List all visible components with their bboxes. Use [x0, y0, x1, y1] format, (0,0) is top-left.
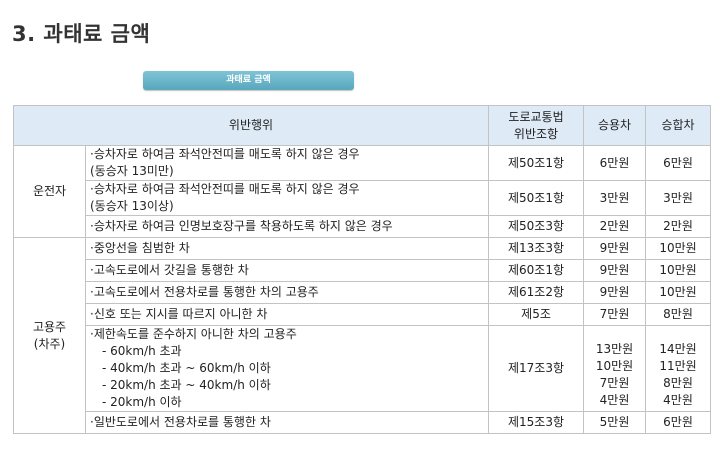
table-row: 고용주 (차주) ·중앙선을 침범한 차 제13조3항 9만원 10만원 [13, 237, 712, 434]
violation-subline: - 40km/h 초과 ~ 60km/h 이하 [102, 361, 271, 375]
van-fine-cell: 10만원 [645, 281, 712, 304]
car-fine-cell: 13만원 10만원 7만원 4만원 [583, 325, 647, 412]
header-car: 승용차 [583, 105, 647, 146]
table-row: ·승차자로 하여금 인명보호장구를 착용하도록 하지 않은 경우 제50조3항 … [14, 215, 712, 238]
law-cell: 제15조3항 [488, 411, 585, 434]
fine-table: 위반행위 도로교통법 위반조항 승용차 승합차 운전자 ·승차자로 하여금 좌석… [12, 105, 712, 434]
car-fine-cell: 3만원 [583, 180, 647, 216]
violation-cell: ·고속도로에서 전용차로를 통행한 차의 고용주 [84, 281, 490, 304]
violation-cell: ·일반도로에서 전용차로를 통행한 차 [84, 411, 490, 434]
group-label-driver: 운전자 [13, 145, 86, 238]
table-row: ·제한속도를 준수하지 아니한 차의 고용주 - 60km/h 초과 - 40k… [14, 325, 712, 412]
table-body: 운전자 ·승차자로 하여금 좌석안전띠를 매도록 하지 않은 경우 (동승자 1… [13, 145, 712, 434]
van-fine-cell: 3만원 [645, 180, 712, 216]
law-cell: 제50조3항 [488, 215, 585, 238]
header-violation: 위반행위 [12, 105, 490, 146]
fine-value: 4만원 [663, 393, 693, 407]
violation-subline: - 20km/h 초과 ~ 40km/h 이하 [102, 378, 271, 392]
law-cell: 제13조3항 [488, 237, 585, 260]
van-fine-cell: 10만원 [645, 237, 712, 260]
violation-cell: ·제한속도를 준수하지 아니한 차의 고용주 - 60km/h 초과 - 40k… [84, 325, 490, 412]
violation-line: ·승차자로 하여금 좌석안전띠를 매도록 하지 않은 경우 [90, 147, 360, 161]
violation-cell: ·신호 또는 지시를 따르지 아니한 차 [84, 303, 490, 326]
van-fine-cell: 6만원 [645, 411, 712, 434]
car-fine-cell: 9만원 [583, 281, 647, 304]
van-fine-cell: 10만원 [645, 259, 712, 282]
violation-line: (동승자 13이상) [90, 199, 174, 213]
table-row: 운전자 ·승차자로 하여금 좌석안전띠를 매도록 하지 않은 경우 (동승자 1… [13, 145, 712, 238]
law-cell: 제60조1항 [488, 259, 585, 282]
violation-cell: ·중앙선을 침범한 차 [84, 237, 490, 260]
table-row: ·승차자로 하여금 좌석안전띠를 매도록 하지 않은 경우 (동승자 13이상)… [14, 180, 712, 216]
violation-cell: ·고속도로에서 갓길을 통행한 차 [84, 259, 490, 282]
table-header-row: 위반행위 도로교통법 위반조항 승용차 승합차 [12, 105, 712, 146]
law-cell: 제50조1항 [488, 180, 585, 216]
fine-value: 4만원 [599, 393, 630, 407]
group-label-line: 고용주 [32, 319, 67, 334]
car-fine-cell: 5만원 [583, 411, 647, 434]
group-label-employer: 고용주 (차주) [13, 237, 86, 434]
violation-line: ·승차자로 하여금 좌석안전띠를 매도록 하지 않은 경우 [90, 182, 360, 196]
group-label-line: 운전자 [32, 184, 67, 198]
violation-cell: ·승차자로 하여금 좌석안전띠를 매도록 하지 않은 경우 (동승자 13미만) [84, 145, 490, 181]
van-fine-cell: 14만원 11만원 8만원 4만원 [645, 325, 712, 412]
fine-value: 11만원 [659, 359, 697, 373]
table-row: ·일반도로에서 전용차로를 통행한 차 제15조3항 5만원 6만원 [14, 411, 712, 434]
fine-value: 14만원 [659, 342, 697, 356]
car-fine-cell: 2만원 [583, 215, 647, 238]
header-law-line1: 도로교통법 [508, 109, 564, 124]
law-cell: 제61조2항 [488, 281, 585, 304]
van-fine-cell: 2만원 [645, 215, 712, 238]
section-heading: 3. 과태료 금액 [12, 22, 151, 46]
page: 3. 과태료 금액 과태료 금액 위반행위 도로교통법 위반조항 승용차 승합차 [0, 0, 720, 464]
fine-value: 13만원 [595, 342, 634, 356]
law-cell: 제5조 [488, 303, 585, 326]
header-law-line2: 위반조항 [513, 126, 559, 141]
fine-value: 10만원 [595, 359, 634, 373]
table-row: ·신호 또는 지시를 따르지 아니한 차 제5조 7만원 8만원 [14, 303, 712, 326]
fine-value: 8만원 [663, 376, 693, 390]
header-van: 승합차 [645, 105, 712, 146]
violation-subline: - 60km/h 초과 [102, 344, 182, 358]
law-cell: 제17조3항 [488, 325, 585, 412]
car-fine-cell: 9만원 [583, 237, 647, 260]
violation-cell: ·승차자로 하여금 인명보호장구를 착용하도록 하지 않은 경우 [84, 215, 490, 238]
car-fine-cell: 7만원 [583, 303, 647, 326]
law-cell: 제50조1항 [488, 145, 585, 181]
violation-line: ·제한속도를 준수하지 아니한 차의 고용주 [90, 327, 297, 341]
van-fine-cell: 8만원 [645, 303, 712, 326]
group-label-line: (차주) [33, 336, 66, 351]
fine-amount-tab[interactable]: 과태료 금액 [143, 71, 354, 90]
table-row: ·고속도로에서 갓길을 통행한 차 제60조1항 9만원 10만원 [14, 259, 712, 282]
van-fine-cell: 6만원 [645, 145, 712, 181]
header-law: 도로교통법 위반조항 [488, 105, 585, 146]
violation-line: (동승자 13미만) [90, 164, 174, 178]
fine-value: 7만원 [599, 376, 630, 390]
table-row: ·고속도로에서 전용차로를 통행한 차의 고용주 제61조2항 9만원 10만원 [14, 281, 712, 304]
car-fine-cell: 9만원 [583, 259, 647, 282]
violation-subline: - 20km/h 이하 [102, 395, 182, 409]
violation-cell: ·승차자로 하여금 좌석안전띠를 매도록 하지 않은 경우 (동승자 13이상) [84, 180, 490, 216]
car-fine-cell: 6만원 [583, 145, 647, 181]
